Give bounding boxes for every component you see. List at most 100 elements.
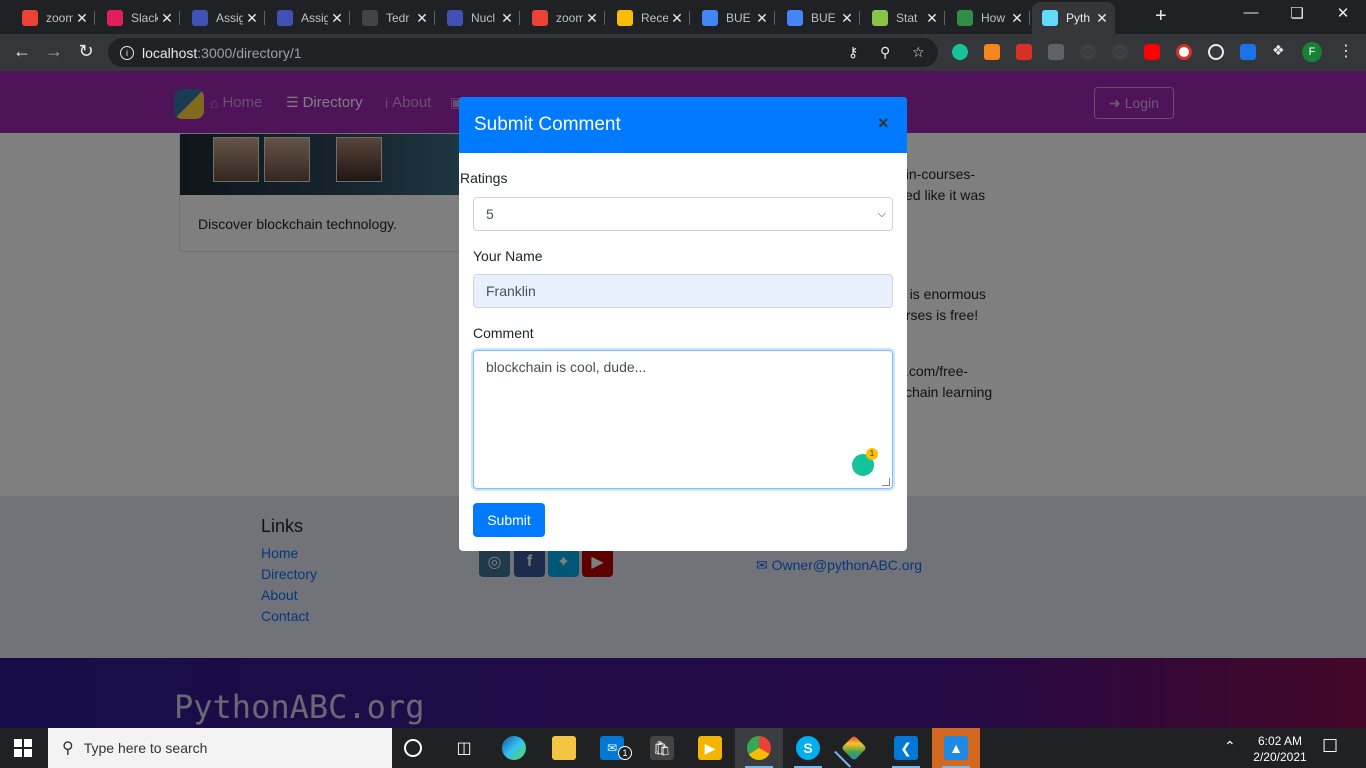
tab-close-icon[interactable]: ✕ xyxy=(498,10,516,27)
slack-icon xyxy=(107,10,123,26)
tab-title: Tedr xyxy=(386,11,410,25)
address-bar[interactable]: i localhost:3000/directory/1 ⚷ ⚲ ☆ xyxy=(108,38,938,67)
docs-icon xyxy=(702,10,718,26)
tab-close-icon[interactable]: ✕ xyxy=(73,10,91,27)
extension-icon[interactable] xyxy=(1176,44,1192,60)
course-icon xyxy=(277,10,293,26)
tab-close-icon[interactable]: ✕ xyxy=(923,10,941,27)
tab-separator xyxy=(859,11,860,25)
tab-close-icon[interactable]: ✕ xyxy=(243,10,261,27)
ratings-value: 5 xyxy=(486,206,494,222)
tab-separator xyxy=(434,11,435,25)
file-explorer-icon[interactable] xyxy=(552,736,576,760)
modal-header: Submit Comment × xyxy=(459,97,907,153)
new-tab-button[interactable]: + xyxy=(1155,6,1167,26)
name-input[interactable]: Franklin xyxy=(473,274,893,308)
browser-tab[interactable]: How ✕ xyxy=(947,4,1030,32)
tab-close-icon[interactable]: ✕ xyxy=(328,10,346,27)
skype-icon[interactable]: S xyxy=(794,736,822,768)
slides-icon[interactable]: ▶ xyxy=(698,736,722,760)
tab-close-icon[interactable]: ✕ xyxy=(413,10,431,27)
name-label: Your Name xyxy=(473,248,543,264)
browser-tab[interactable]: BUE ✕ xyxy=(692,4,775,32)
grammarly-badge: 1 xyxy=(866,448,878,460)
resize-handle[interactable] xyxy=(882,478,890,486)
browser-tab[interactable]: BUE ✕ xyxy=(777,4,860,32)
browser-tab-active[interactable]: Pyth ✕ xyxy=(1032,2,1115,34)
cortana-icon[interactable] xyxy=(404,739,422,757)
tab-separator xyxy=(519,11,520,25)
comment-label: Comment xyxy=(473,325,534,341)
store-icon[interactable]: 🛍 xyxy=(650,736,674,760)
show-hidden-icons-chevron-icon[interactable]: ⌃ xyxy=(1224,738,1236,755)
tab-title: Nucl xyxy=(471,11,496,25)
git-icon[interactable] xyxy=(841,735,867,761)
restore-icon[interactable]: ❏ xyxy=(1274,4,1320,22)
submit-button[interactable]: Submit xyxy=(473,503,545,537)
extensions-puzzle-icon[interactable]: ❖ xyxy=(1272,42,1288,58)
browser-tab[interactable]: zoom ✕ xyxy=(522,4,605,32)
comment-textarea[interactable]: blockchain is cool, dude... 1 xyxy=(473,350,893,489)
youtube-extension-icon[interactable] xyxy=(1144,44,1160,60)
tab-close-icon[interactable]: ✕ xyxy=(1008,10,1026,27)
task-view-icon[interactable]: ◫ xyxy=(452,736,476,760)
browser-tab[interactable]: Rece ✕ xyxy=(607,4,690,32)
modal-title: Submit Comment xyxy=(474,114,621,135)
back-icon[interactable]: ← xyxy=(10,41,34,62)
close-window-icon[interactable]: ✕ xyxy=(1320,4,1366,22)
extension-icon[interactable] xyxy=(1080,44,1096,60)
windows-taskbar: ⚲ Type here to search ◫ ✉ 1 🛍 ▶ S ❮ ▲ ⌃ … xyxy=(0,728,1366,768)
comment-value: blockchain is cool, dude... xyxy=(486,359,647,375)
extension-icon[interactable] xyxy=(1240,44,1256,60)
forward-icon[interactable]: → xyxy=(42,41,66,62)
browser-tab[interactable]: Stat ✕ xyxy=(862,4,945,32)
metamask-extension-icon[interactable] xyxy=(984,44,1000,60)
tab-close-icon[interactable]: ✕ xyxy=(838,10,856,27)
tab-title: Rece xyxy=(641,11,668,25)
clock-time[interactable]: 6:02 AM xyxy=(1250,734,1310,748)
extension-help-icon[interactable] xyxy=(1048,44,1064,60)
taskbar-search-box[interactable]: ⚲ Type here to search xyxy=(48,728,392,768)
extension-icon[interactable] xyxy=(1016,44,1032,60)
browser-tab[interactable]: Nucl ✕ xyxy=(437,4,520,32)
browser-tab[interactable]: Tedr ✕ xyxy=(352,4,435,32)
reload-icon[interactable]: ↻ xyxy=(74,41,98,62)
tab-separator xyxy=(179,11,180,25)
browser-tab[interactable]: Assignment✕ xyxy=(267,4,350,32)
tab-close-icon[interactable]: ✕ xyxy=(583,10,601,27)
profile-avatar[interactable]: F xyxy=(1302,42,1322,62)
submit-comment-modal: Submit Comment × Ratings 5 ⌵ Your Name F… xyxy=(459,97,907,551)
tab-separator xyxy=(94,11,95,25)
browser-tab[interactable]: zoom ✕ xyxy=(12,4,95,32)
site-info-icon[interactable]: i xyxy=(120,45,134,60)
browser-tab-strip: zoom✕Slack✕Assignment✕Assignment✕Tedr✕Nu… xyxy=(0,0,1366,34)
extension-icon[interactable] xyxy=(1112,44,1128,60)
minimize-icon[interactable]: — xyxy=(1228,4,1274,21)
chrome-icon[interactable] xyxy=(745,736,773,768)
browser-tab[interactable]: Assignment✕ xyxy=(182,4,265,32)
vscode-icon[interactable]: ❮ xyxy=(892,736,920,768)
extension-icon[interactable] xyxy=(1208,44,1224,60)
tab-close-icon[interactable]: ✕ xyxy=(1093,10,1111,27)
browser-tab[interactable]: Slack ✕ xyxy=(97,4,180,32)
photos-icon[interactable]: ▲ xyxy=(942,736,970,768)
notifications-icon[interactable]: ☐ xyxy=(1322,736,1338,757)
close-icon[interactable]: × xyxy=(878,113,889,134)
node-icon xyxy=(872,10,888,26)
ratings-select[interactable]: 5 ⌵ xyxy=(473,197,893,231)
zoom-icon[interactable]: ⚲ xyxy=(880,44,890,61)
tab-title: Stat xyxy=(896,11,918,25)
tab-close-icon[interactable]: ✕ xyxy=(753,10,771,27)
clock-date[interactable]: 2/20/2021 xyxy=(1250,750,1310,764)
bookmark-star-icon[interactable]: ☆ xyxy=(912,44,925,61)
tab-title: zoom xyxy=(556,11,583,25)
windows-start-icon[interactable] xyxy=(14,739,32,757)
grammarly-extension-icon[interactable] xyxy=(952,44,968,60)
key-icon[interactable]: ⚷ xyxy=(848,44,858,61)
react-icon xyxy=(1042,10,1058,26)
tab-close-icon[interactable]: ✕ xyxy=(668,10,686,27)
tab-separator xyxy=(264,11,265,25)
edge-icon[interactable] xyxy=(502,736,526,760)
tab-close-icon[interactable]: ✕ xyxy=(158,10,176,27)
menu-kebab-icon[interactable]: ⋮ xyxy=(1338,41,1354,61)
